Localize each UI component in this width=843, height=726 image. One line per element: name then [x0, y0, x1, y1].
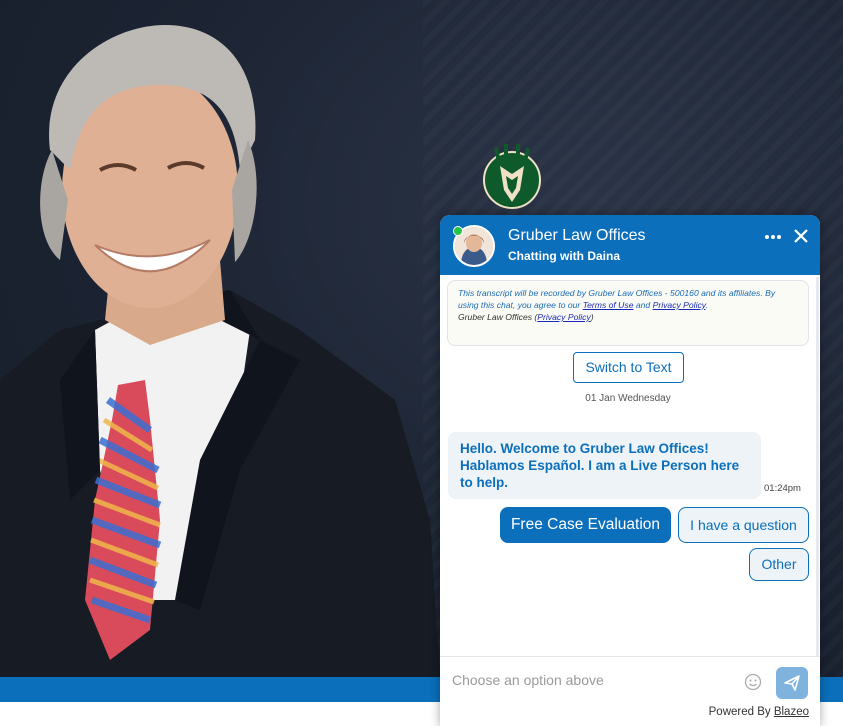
message-input[interactable]: [452, 670, 742, 690]
message-timestamp: 01:24pm: [764, 483, 801, 494]
transcript-notice: This transcript will be recorded by Grub…: [447, 280, 809, 346]
transcript-scrollbar[interactable]: [816, 277, 819, 657]
firm-privacy-policy-link[interactable]: Privacy Policy: [537, 312, 590, 322]
powered-by: Powered By Blazeo: [709, 706, 809, 718]
terms-of-use-link[interactable]: Terms of Use: [583, 300, 634, 310]
notice-and: and: [633, 300, 653, 310]
date-separator: 01 Jan Wednesday: [585, 393, 671, 404]
chat-title: Gruber Law Offices: [508, 227, 646, 244]
notice-line2-suffix: ): [590, 312, 594, 322]
close-icon[interactable]: [790, 225, 812, 247]
online-status-indicator: [453, 226, 463, 236]
chat-composer: Powered By Blazeo: [440, 656, 820, 726]
powered-by-text: Powered By: [708, 706, 774, 718]
other-option[interactable]: Other: [749, 548, 809, 581]
milwaukee-bucks-logo: [483, 144, 541, 209]
free-case-evaluation-option[interactable]: Free Case Evaluation: [500, 507, 671, 543]
chat-subtitle: Chatting with Daina: [508, 249, 620, 263]
more-dots-icon[interactable]: [763, 227, 783, 247]
chat-header: Gruber Law Offices Chatting with Daina: [440, 215, 820, 275]
have-a-question-option[interactable]: I have a question: [678, 507, 809, 543]
send-icon: [784, 675, 800, 691]
blazeo-link[interactable]: Blazeo: [774, 706, 809, 718]
notice-period: .: [705, 300, 708, 310]
notice-line2: Gruber Law Offices (Privacy Policy): [458, 311, 798, 323]
notice-line2-text: Gruber Law Offices (: [458, 312, 538, 322]
send-button[interactable]: [776, 667, 808, 699]
smiley-icon[interactable]: [744, 673, 762, 691]
agent-message-bubble: Hello. Welcome to Gruber Law Offices! Ha…: [448, 432, 761, 499]
privacy-policy-link[interactable]: Privacy Policy: [653, 300, 706, 310]
chat-widget: Gruber Law Offices Chatting with Daina T…: [440, 215, 820, 726]
chat-transcript[interactable]: This transcript will be recorded by Grub…: [440, 275, 820, 656]
switch-to-text-button[interactable]: Switch to Text: [573, 352, 684, 383]
attorney-photo: [0, 25, 440, 678]
